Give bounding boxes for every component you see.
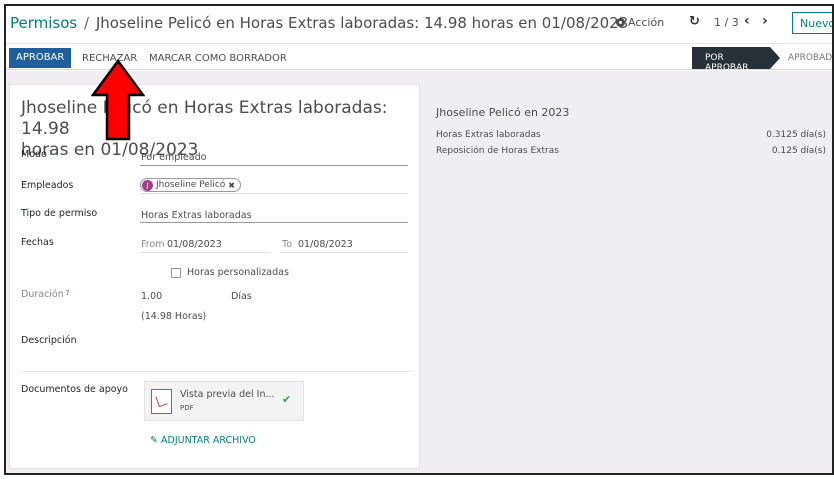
breadcrumb-current: Jhoseline Pelicó en Horas Extras laborad… (95, 14, 629, 32)
record-title-line1: Jhoseline Pelicó en Horas Extras laborad… (21, 98, 388, 139)
date-to-underline (280, 252, 408, 253)
employee-summary-panel: Jhoseline Pelicó en 2023 Horas Extras la… (422, 81, 832, 473)
employee-tag[interactable]: J Jhoseline Pelicó ✖ (140, 178, 241, 192)
avatar: J (142, 179, 153, 191)
attach-file-link[interactable]: ✎ ADJUNTAR ARCHIVO (150, 435, 256, 446)
record-title: Jhoseline Pelicó en Horas Extras laborad… (21, 98, 411, 161)
date-from-label: From (141, 239, 165, 250)
previous-record-icon[interactable]: ‹ (744, 13, 750, 29)
annotation-arrow (91, 59, 145, 141)
employee-tag-name: Jhoseline Pelicó (156, 180, 226, 190)
breadcrumb-root-link[interactable]: Permisos (10, 14, 77, 32)
record-title-line2: horas en 01/08/2023 (21, 140, 199, 160)
form-sheet: Jhoseline Pelicó en Horas Extras laborad… (9, 84, 420, 469)
summary-row-label: Horas Extras laboradas (436, 130, 541, 140)
duration-label: Duración? (21, 289, 69, 300)
custom-hours-checkbox[interactable] (171, 268, 181, 278)
custom-hours-label: Horas personalizadas (187, 267, 289, 278)
attachment-type: PDF (180, 404, 194, 412)
duration-hours: (14.98 Horas) (141, 311, 207, 322)
date-from-input[interactable]: 01/08/2023 (167, 239, 222, 250)
duration-unit: Días (231, 291, 252, 302)
summary-row-value: 0.3125 día(s) (766, 130, 826, 140)
date-to-input[interactable]: 01/08/2023 (298, 239, 353, 250)
stage-approved[interactable]: APROBAD (788, 53, 832, 63)
breadcrumb-separator: / (84, 14, 90, 32)
breadcrumb: Permisos / Jhoseline Pelicó en Horas Ext… (10, 14, 628, 32)
summary-row-value: 0.125 día(s) (771, 146, 826, 156)
mode-underline (140, 165, 408, 166)
duration-label-text: Duración (21, 289, 64, 300)
mark-as-draft-button[interactable]: MARCAR COMO BORRADOR (149, 53, 287, 64)
mode-select[interactable]: Por empleado (141, 152, 206, 163)
control-panel: Permisos / Jhoseline Pelicó en Horas Ext… (6, 6, 832, 42)
leave-type-underline (140, 222, 408, 223)
mode-label: Modo? (21, 149, 53, 160)
support-docs-label: Documentos de apoyo (21, 384, 128, 395)
gear-icon (616, 18, 625, 27)
dates-label: Fechas (21, 237, 54, 248)
summary-title: Jhoseline Pelicó en 2023 (436, 106, 570, 119)
new-button[interactable]: Nuevo (792, 12, 832, 34)
help-icon[interactable]: ? (49, 149, 53, 157)
duration-value: 1.00 (141, 291, 163, 302)
next-record-icon[interactable]: › (762, 13, 768, 29)
attach-file-label: ADJUNTAR ARCHIVO (161, 435, 256, 446)
attachment-name: Vista previa del In... (180, 389, 275, 400)
leave-type-select[interactable]: Horas Extras laboradas (141, 210, 252, 221)
refresh-icon[interactable]: ↻ (689, 14, 700, 29)
employees-label: Empleados (21, 180, 74, 191)
pager-value[interactable]: 1 / 3 (714, 16, 739, 29)
description-label: Descripción (21, 335, 77, 346)
date-from-underline (140, 252, 270, 253)
check-icon: ✔ (282, 393, 292, 406)
action-menu-button[interactable]: Acción (616, 16, 664, 29)
action-label: Acción (628, 16, 665, 29)
date-to-label: To (282, 239, 293, 250)
paperclip-icon: ✎ (150, 435, 158, 446)
window-frame: Permisos / Jhoseline Pelicó en Horas Ext… (4, 4, 834, 475)
section-divider (21, 371, 413, 372)
summary-row-label: Reposición de Horas Extras (436, 146, 559, 156)
attachment-card[interactable]: Vista previa del In... PDF ✔ (144, 381, 304, 421)
approve-button[interactable]: APROBAR (9, 48, 72, 68)
stage-to-approve[interactable]: POR APROBAR (692, 47, 780, 73)
remove-tag-icon[interactable]: ✖ (228, 181, 235, 190)
employees-underline (140, 193, 408, 194)
pdf-file-icon (151, 389, 172, 414)
mode-label-text: Modo (21, 149, 47, 160)
help-icon[interactable]: ? (66, 289, 70, 297)
leave-type-label: Tipo de permiso (21, 208, 98, 219)
